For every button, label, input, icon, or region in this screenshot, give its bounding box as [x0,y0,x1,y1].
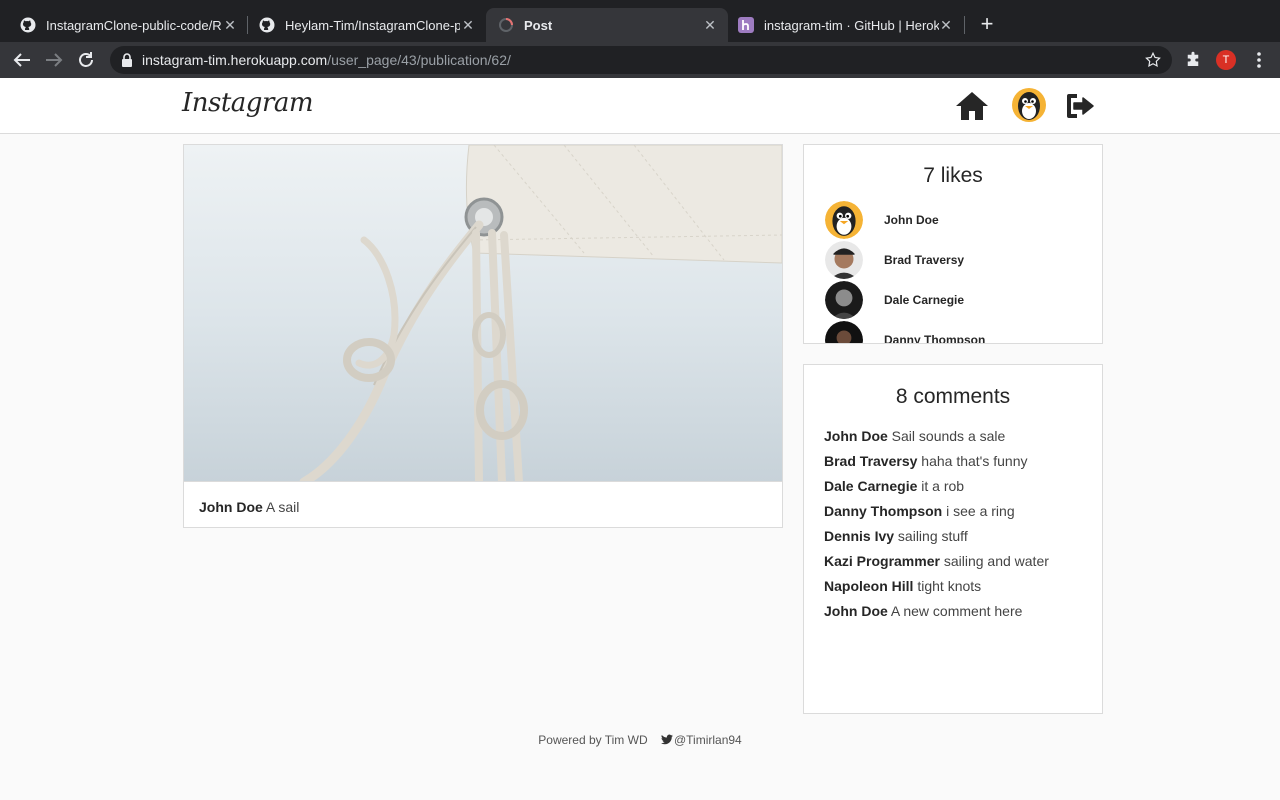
post-card: John Doe A sail [183,144,783,528]
comment-text: A new comment here [890,603,1023,619]
comment-text: Sail sounds a sale [891,428,1006,444]
caption-text: A sail [265,499,300,515]
twitter-handle-link[interactable]: @Timirlan94 [674,733,742,747]
home-icon[interactable] [954,88,990,124]
user-photo-icon [825,281,863,319]
powered-by-text: Powered by Tim WD [538,733,648,747]
tab-title: Post [524,17,553,33]
comment-item: Kazi Programmer sailing and water [824,553,1049,569]
logout-icon[interactable] [1063,88,1099,124]
tab-title: instagram-tim · GitHub | Herok [764,17,939,33]
comment-text: haha that's funny [921,453,1028,469]
loading-spinner-icon [499,18,513,32]
browser-tab-active[interactable]: Post ✕ [486,8,728,42]
twitter-icon [660,734,673,745]
comment-author[interactable]: John Doe [824,428,888,444]
like-user-row[interactable]: Brad Traversy [825,241,964,279]
browser-tab-1[interactable]: InstagramClone-public-code/R ✕ [8,8,248,42]
avatar [825,241,863,279]
browser-toolbar: instagram-tim.herokuapp.com/user_page/43… [0,42,1280,78]
extensions-puzzle-icon[interactable] [1184,51,1202,69]
comment-text: i see a ring [946,503,1015,519]
like-user-row[interactable]: Danny Thompson [825,321,985,343]
user-avatar-icon[interactable] [1011,87,1047,125]
comment-text: sailing and water [943,553,1049,569]
comment-text: tight knots [917,578,982,594]
url-host: instagram-tim.herokuapp.com [142,52,328,68]
comment-author[interactable]: Dennis Ivy [824,528,894,544]
tab-separator [964,16,965,34]
likes-count: 7 likes [923,164,983,187]
avatar [825,321,863,343]
penguin-avatar-icon [825,201,863,239]
instagram-logo[interactable]: Instagram [182,88,314,118]
more-menu-icon[interactable] [1250,50,1268,70]
close-tab-icon[interactable]: ✕ [938,17,954,33]
close-tab-icon[interactable]: ✕ [460,17,476,33]
post-image[interactable] [184,145,782,482]
comment-item: Dennis Ivy sailing stuff [824,528,968,544]
comment-author[interactable]: Brad Traversy [824,453,917,469]
comment-author[interactable]: Napoleon Hill [824,578,913,594]
back-arrow-icon[interactable] [10,48,34,72]
user-photo-icon [825,321,863,343]
like-user-name[interactable]: Brad Traversy [884,253,964,267]
comments-card: 8 comments John Doe Sail sounds a sale B… [803,364,1103,714]
lock-icon[interactable] [120,52,134,68]
url-path: /user_page/43/publication/62/ [327,52,511,68]
forward-arrow-icon[interactable] [42,48,66,72]
github-icon [259,17,275,33]
comment-item: John Doe A new comment here [824,603,1022,619]
bookmark-star-icon[interactable] [1144,51,1162,69]
url-text: instagram-tim.herokuapp.com/user_page/43… [142,52,511,68]
avatar [825,201,863,239]
comment-item: Dale Carnegie it a rob [824,478,964,494]
post-caption: John Doe A sail [199,499,299,515]
comment-text: sailing stuff [897,528,968,544]
sail-rope-illustration [184,145,782,481]
close-tab-icon[interactable]: ✕ [702,17,718,33]
site-footer: Powered by Tim WD @Timirlan94 [0,733,1280,747]
profile-avatar[interactable]: T [1216,50,1236,70]
site-header: Instagram [0,78,1280,134]
like-user-row[interactable]: Dale Carnegie [825,281,964,319]
new-tab-button[interactable]: + [976,13,998,36]
comments-count: 8 comments [895,385,1011,408]
comment-author[interactable]: John Doe [824,603,888,619]
close-tab-icon[interactable]: ✕ [222,17,238,33]
comment-item: John Doe Sail sounds a sale [824,428,1005,444]
tab-title: InstagramClone-public-code/R [46,17,221,33]
like-user-row[interactable]: John Doe [825,201,939,239]
likes-card[interactable]: 7 likes John Doe Brad Traversy Dale Carn… [803,144,1103,344]
github-icon [20,17,36,33]
comment-item: Brad Traversy haha that's funny [824,453,1028,469]
browser-tab-2[interactable]: Heylam-Tim/InstagramClone-p ✕ [248,8,486,42]
like-user-name[interactable]: Danny Thompson [884,333,985,343]
like-user-name[interactable]: Dale Carnegie [884,293,964,307]
comment-item: Napoleon Hill tight knots [824,578,981,594]
user-photo-icon [825,241,863,279]
heroku-icon [738,17,754,33]
comment-item: Danny Thompson i see a ring [824,503,1015,519]
browser-tab-4[interactable]: instagram-tim · GitHub | Herok ✕ [728,8,964,42]
avatar [825,281,863,319]
like-user-name[interactable]: John Doe [884,213,939,227]
browser-tab-strip: InstagramClone-public-code/R ✕ Heylam-Ti… [0,0,1280,42]
tab-title: Heylam-Tim/InstagramClone-p [285,17,460,33]
address-bar[interactable]: instagram-tim.herokuapp.com/user_page/43… [110,46,1172,74]
comment-author[interactable]: Danny Thompson [824,503,942,519]
post-author[interactable]: John Doe [199,499,263,515]
comment-author[interactable]: Dale Carnegie [824,478,917,494]
comment-text: it a rob [921,478,965,494]
comment-author[interactable]: Kazi Programmer [824,553,940,569]
reload-icon[interactable] [74,48,98,72]
